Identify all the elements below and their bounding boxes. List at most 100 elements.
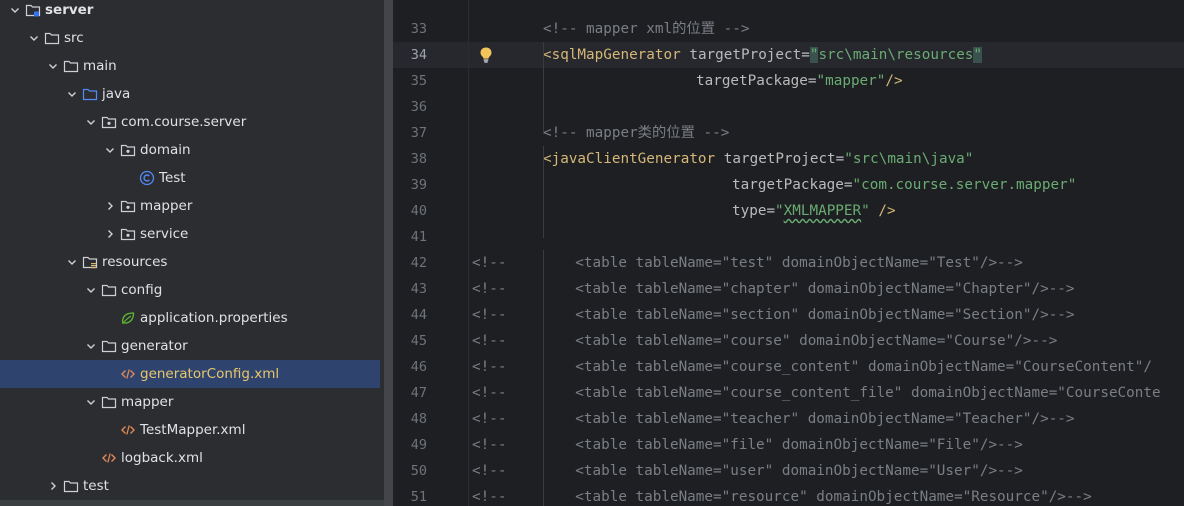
line-number: 35: [410, 73, 427, 89]
chevron-down-icon[interactable]: [46, 59, 60, 73]
tree-item-label: domain: [140, 142, 191, 158]
tree-item-label: test: [83, 478, 109, 494]
line-number: 41: [410, 229, 427, 245]
folder-icon: [43, 30, 61, 46]
tree-item[interactable]: main: [0, 52, 384, 80]
tree-item[interactable]: resources: [0, 248, 384, 276]
tree-item-label: main: [83, 58, 117, 74]
tree-item[interactable]: java: [0, 80, 384, 108]
code-line[interactable]: type="XMLMAPPER" />: [732, 198, 896, 224]
chevron-down-icon[interactable]: [84, 283, 98, 297]
tree-item-label: application.properties: [140, 310, 288, 326]
code-line[interactable]: <!-- <table tableName="section" domainOb…: [472, 302, 1075, 328]
line-number: 42: [410, 255, 427, 271]
panel-splitter[interactable]: [384, 0, 393, 506]
package-icon: [119, 226, 137, 242]
indent-guide: [543, 146, 544, 238]
tree-item[interactable]: com.course.server: [0, 108, 384, 136]
tree-item[interactable]: TestMapper.xml: [0, 416, 384, 444]
project-tree[interactable]: server src main java com.course.server domain…: [0, 0, 384, 506]
chevron-down-icon[interactable]: [27, 31, 41, 45]
code-line[interactable]: <javaClientGenerator targetProject="src\…: [543, 146, 973, 172]
code-line[interactable]: targetPackage="com.course.server.mapper": [732, 172, 1076, 198]
code-token: =: [766, 203, 776, 219]
tree-item[interactable]: test: [0, 472, 384, 500]
code-editor[interactable]: 33 34 35 36 37 38 39 40 41 42 43 44 45 46 47 48 49 50 51 <…: [393, 0, 1184, 506]
code-token: <!-- <table tableName="section" domainOb…: [472, 307, 1075, 323]
chevron-right-icon[interactable]: [103, 227, 117, 241]
code-token: "src\main\java": [844, 151, 974, 167]
chevron-down-icon[interactable]: [65, 255, 79, 269]
tree-item[interactable]: generator: [0, 332, 384, 360]
code-line[interactable]: <!-- <table tableName="file" domainObjec…: [472, 432, 1023, 458]
chevron-down-icon[interactable]: [84, 115, 98, 129]
indent-guide: [543, 250, 544, 506]
xml-file-icon: [100, 450, 118, 466]
xml-file-icon: [119, 422, 137, 438]
code-line[interactable]: <!-- <table tableName="user" domainObjec…: [472, 458, 1023, 484]
chevron-down-icon[interactable]: [103, 143, 117, 157]
code-line[interactable]: <!-- mapper类的位置 -->: [543, 120, 729, 146]
tree-item[interactable]: mapper: [0, 192, 384, 220]
tree-item[interactable]: src: [0, 24, 384, 52]
chevron-down-icon[interactable]: [84, 395, 98, 409]
code-line[interactable]: <!-- <table tableName="course_content" d…: [472, 354, 1152, 380]
module-folder-icon: [24, 2, 42, 18]
code-token: <sqlMapGenerator: [543, 47, 681, 63]
line-number: 49: [410, 437, 427, 453]
tree-item-label: com.course.server: [121, 114, 247, 130]
tree-item[interactable]: server: [0, 0, 384, 24]
code-line[interactable]: <!-- <table tableName="resource" domainO…: [472, 484, 1092, 506]
resources-root-icon: [81, 254, 99, 270]
line-number: 44: [410, 307, 427, 323]
tree-item[interactable]: logback.xml: [0, 444, 384, 472]
tree-item-label: service: [140, 226, 189, 242]
code-line[interactable]: <!-- mapper xml的位置 -->: [543, 16, 749, 42]
code-line[interactable]: <!-- <table tableName="test" domainObjec…: [472, 250, 1023, 276]
tree-item[interactable]: config: [0, 276, 384, 304]
tree-item[interactable]: service: [0, 220, 384, 248]
chevron-down-icon[interactable]: [8, 3, 22, 17]
folder-icon: [62, 478, 80, 494]
code-line[interactable]: <!-- <table tableName="course" domainObj…: [472, 328, 1057, 354]
code-token: ": [775, 203, 784, 219]
code-token: =: [801, 47, 810, 63]
code-token: type: [732, 203, 767, 219]
tree-item[interactable]: mapper: [0, 388, 384, 416]
tree-item-label: TestMapper.xml: [140, 422, 246, 438]
tree-bottom-edge: [0, 500, 384, 506]
line-number: 45: [410, 333, 427, 349]
tree-item[interactable]: Test: [0, 164, 384, 192]
code-token: <!-- mapper xml的位置 -->: [543, 21, 750, 37]
line-number: 51: [410, 489, 427, 505]
code-line[interactable]: <!-- <table tableName="chapter" domainOb…: [472, 276, 1075, 302]
tree-item[interactable]: domain: [0, 136, 384, 164]
tree-item[interactable]: application.properties: [0, 304, 384, 332]
code-token: <!-- <table tableName="course_content" d…: [472, 359, 1152, 375]
code-token: "mapper": [816, 73, 886, 89]
chevron-right-icon[interactable]: [103, 199, 117, 213]
tree-item[interactable]: generatorConfig.xml: [0, 360, 380, 388]
code-token: XMLMAPPER: [783, 203, 862, 219]
lightbulb-icon[interactable]: [478, 46, 494, 64]
code-token: <!-- <table tableName="user" domainObjec…: [472, 463, 1023, 479]
tree-item-label: java: [102, 86, 131, 102]
code-line[interactable]: targetPackage="mapper"/>: [696, 68, 903, 94]
code-line[interactable]: <sqlMapGenerator targetProject= "src\main…: [543, 42, 983, 68]
chevron-right-icon[interactable]: [46, 479, 60, 493]
line-number: 46: [410, 359, 427, 375]
spring-properties-icon: [119, 310, 137, 326]
code-line[interactable]: <!-- <table tableName="teacher" domainOb…: [472, 406, 1075, 432]
chevron-down-icon[interactable]: [65, 87, 79, 101]
code-line[interactable]: <!-- <table tableName="course_content_fi…: [472, 380, 1161, 406]
code-token: =: [807, 73, 817, 89]
tree-item-label: src: [64, 30, 84, 46]
chevron-down-icon[interactable]: [84, 339, 98, 353]
line-number: 39: [410, 177, 427, 193]
code-token: <!-- <table tableName="test" domainObjec…: [472, 255, 1023, 271]
folder-icon: [100, 394, 118, 410]
line-number: 43: [410, 281, 427, 297]
